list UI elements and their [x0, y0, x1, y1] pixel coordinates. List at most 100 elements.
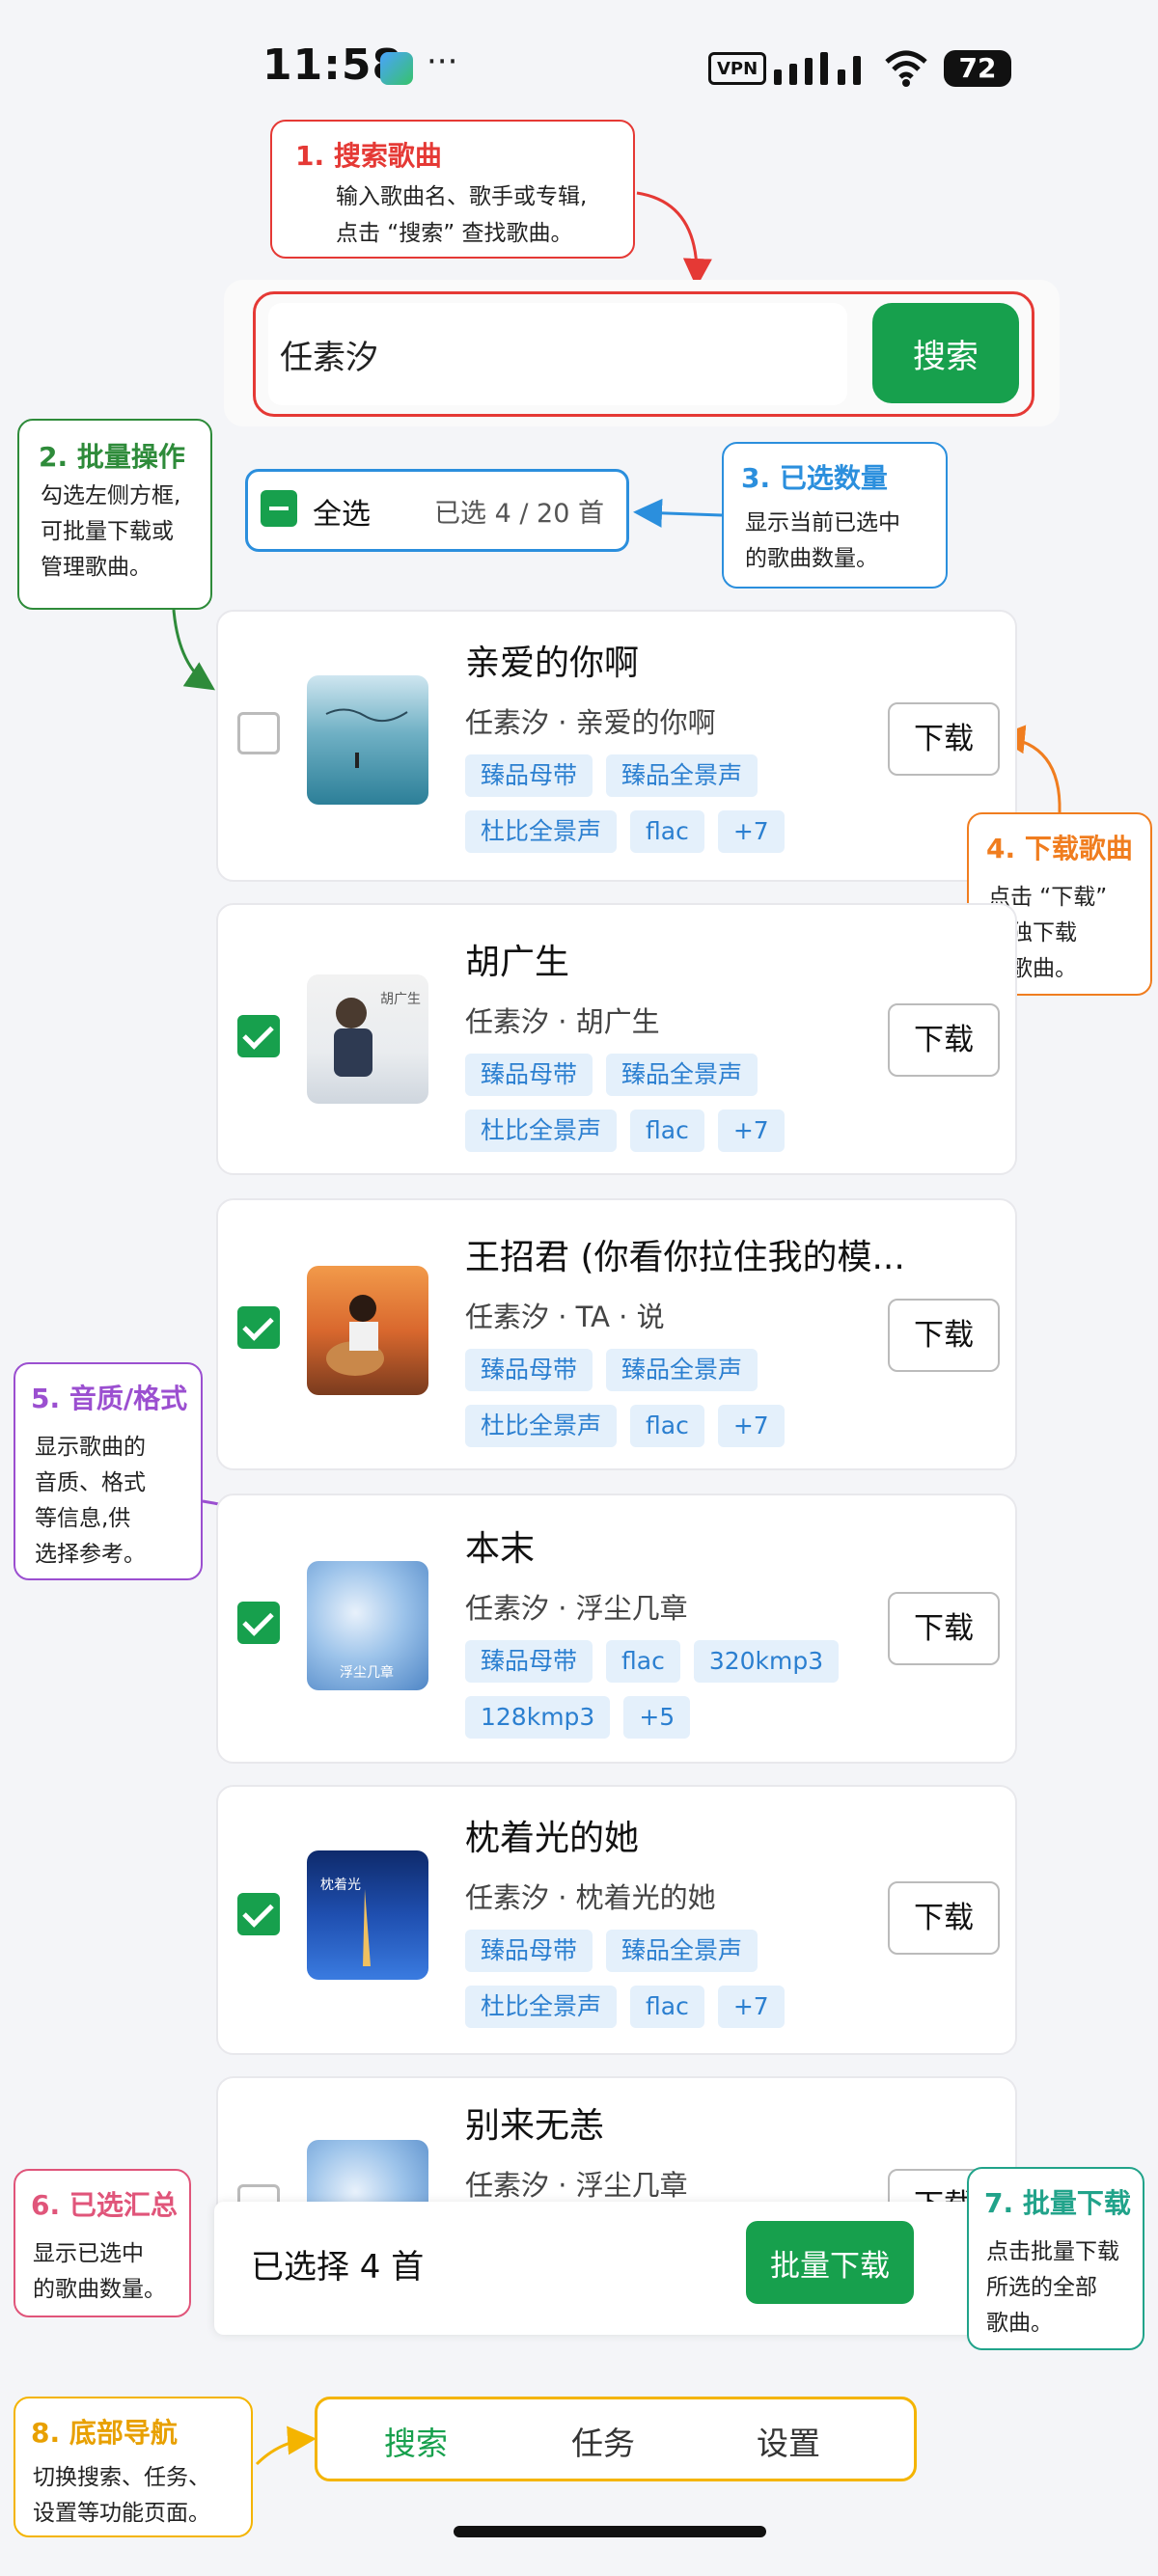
annotation-text: 显示歌曲的	[35, 1435, 146, 1460]
annotation-text: 设置等功能页面。	[33, 2501, 210, 2526]
song-card: 王招君 (你看你拉住我的模... 任素汐 · TA · 说 臻品母带 臻品全景声…	[216, 1198, 1017, 1470]
quality-tag: 臻品母带	[465, 754, 593, 797]
select-all-checkbox[interactable]	[261, 490, 297, 527]
svg-text:胡广生: 胡广生	[380, 992, 421, 1007]
annotation-title: 8. 底部导航	[31, 2417, 178, 2449]
annotation-selected-count: 3. 已选数量 显示当前已选中 的歌曲数量。	[722, 442, 948, 589]
more-notifications-icon: ···	[427, 42, 458, 81]
quality-tag: 128kmp3	[465, 1696, 611, 1739]
batch-download-button[interactable]: 批量下载	[746, 2221, 914, 2304]
album-cover: 浮尘几章	[307, 1561, 428, 1690]
song-checkbox[interactable]	[237, 1306, 280, 1349]
vpn-badge: VPN	[708, 52, 767, 85]
download-button[interactable]: 下载	[888, 1003, 1000, 1077]
svg-text:枕着光: 枕着光	[320, 1877, 361, 1893]
song-card: 浮尘几章 本末 任素汐 · 浮尘几章 臻品母带 flac 320kmp3 128…	[216, 1494, 1017, 1764]
quality-tag: 杜比全景声	[465, 810, 618, 853]
quality-tag: +7	[717, 1986, 785, 2028]
song-artist: 任素汐 · 浮尘几章	[465, 2169, 688, 2202]
song-card: 亲爱的你啊 任素汐 · 亲爱的你啊 臻品母带 臻品全景声 杜比全景声 flac …	[216, 610, 1017, 882]
quality-tag: 320kmp3	[693, 1640, 840, 1683]
app-notification-icon	[380, 52, 413, 85]
annotation-batch-download: 7. 批量下载 点击批量下载 所选的全部 歌曲。	[967, 2167, 1144, 2350]
song-title: 本末	[465, 1529, 536, 1569]
annotation-text: 点击批量下载	[986, 2239, 1119, 2264]
quality-tag: flac	[630, 810, 704, 853]
annotation-batch-ops: 2. 批量操作 勾选左侧方框, 可批量下载或 管理歌曲。	[17, 419, 212, 610]
download-button[interactable]: 下载	[888, 702, 1000, 776]
nav-tab-tasks[interactable]: 任务	[571, 2418, 635, 2464]
selection-summary-text: 已选择 4 首	[251, 2248, 425, 2287]
song-artist: 任素汐 · 亲爱的你啊	[465, 706, 716, 739]
quality-tag: 杜比全景声	[465, 1986, 618, 2028]
quality-tags: 臻品母带 臻品全景声 杜比全景声 flac +7	[465, 1930, 890, 2028]
signal-icon	[774, 52, 861, 85]
download-button[interactable]: 下载	[888, 1299, 1000, 1372]
quality-tags: 臻品母带 flac 320kmp3 128kmp3 +5	[465, 1640, 890, 1739]
search-button[interactable]: 搜索	[872, 303, 1019, 403]
song-card: 胡广生 胡广生 任素汐 · 胡广生 臻品母带 臻品全景声 杜比全景声 flac …	[216, 903, 1017, 1175]
select-all-label[interactable]: 全选	[313, 490, 371, 533]
quality-tags: 臻品母带 臻品全景声 杜比全景声 flac +7	[465, 1054, 890, 1152]
annotation-quality: 5. 音质/格式 显示歌曲的 音质、格式 等信息,供 选择参考。	[14, 1362, 203, 1580]
song-checkbox[interactable]	[237, 1015, 280, 1057]
download-button[interactable]: 下载	[888, 1592, 1000, 1665]
quality-tag: flac	[630, 1405, 704, 1447]
annotation-title: 2. 批量操作	[39, 441, 185, 473]
annotation-title: 3. 已选数量	[741, 462, 888, 494]
quality-tag: 臻品母带	[465, 1054, 593, 1096]
home-indicator[interactable]	[454, 2526, 766, 2537]
song-title: 枕着光的她	[465, 1819, 640, 1858]
annotation-search: 1. 搜索歌曲 输入歌曲名、歌手或专辑, 点击 “搜索” 查找歌曲。	[270, 120, 635, 259]
annotation-summary: 6. 已选汇总 显示已选中 的歌曲数量。	[14, 2169, 191, 2317]
annotation-text: 歌曲。	[986, 2311, 1053, 2336]
album-cover	[307, 675, 428, 805]
nav-tab-search[interactable]: 搜索	[384, 2418, 448, 2464]
annotation-text: 可批量下载或	[41, 519, 174, 544]
annotation-nav: 8. 底部导航 切换搜索、任务、 设置等功能页面。	[14, 2397, 253, 2537]
quality-tag: 臻品全景声	[606, 754, 758, 797]
annotation-text: 选择参考。	[35, 1542, 146, 1567]
annotation-text: 勾选左侧方框,	[41, 483, 181, 508]
search-input[interactable]	[268, 303, 847, 405]
annotation-title: 4. 下载歌曲	[986, 833, 1133, 864]
nav-tab-settings[interactable]: 设置	[757, 2418, 820, 2464]
annotation-text: 输入歌曲名、歌手或专辑,	[336, 184, 588, 209]
album-cover: 枕着光	[307, 1850, 428, 1980]
annotation-title: 5. 音质/格式	[31, 1383, 188, 1414]
quality-tag: flac	[630, 1110, 704, 1152]
song-checkbox[interactable]	[237, 1893, 280, 1935]
song-artist: 任素汐 · 浮尘几章	[465, 1592, 688, 1625]
quality-tag: +7	[717, 810, 785, 853]
song-artist: 任素汐 · 枕着光的她	[465, 1881, 716, 1914]
album-cover: 胡广生	[307, 974, 428, 1104]
song-artist: 任素汐 · 胡广生	[465, 1005, 660, 1038]
song-title: 王招君 (你看你拉住我的模...	[465, 1238, 905, 1277]
song-title: 胡广生	[465, 943, 570, 982]
quality-tag: +7	[717, 1110, 785, 1152]
quality-tag: 臻品母带	[465, 1349, 593, 1391]
quality-tag: 臻品全景声	[606, 1349, 758, 1391]
annotation-text: 所选的全部	[986, 2275, 1097, 2300]
annotation-text: 音质、格式	[35, 1470, 146, 1495]
quality-tag: 臻品全景声	[606, 1930, 758, 1972]
annotation-text: 管理歌曲。	[41, 555, 152, 580]
song-title: 别来无恙	[465, 2106, 605, 2146]
quality-tag: 臻品母带	[465, 1930, 593, 1972]
wifi-icon	[885, 50, 927, 87]
quality-tags: 臻品母带 臻品全景声 杜比全景声 flac +7	[465, 1349, 890, 1447]
selected-count: 已选 4 / 20 首	[434, 499, 604, 529]
annotation-text: 的歌曲数量。	[745, 546, 878, 571]
quality-tag: +7	[717, 1405, 785, 1447]
quality-tag: 杜比全景声	[465, 1110, 618, 1152]
song-card: 枕着光 枕着光的她 任素汐 · 枕着光的她 臻品母带 臻品全景声 杜比全景声 f…	[216, 1785, 1017, 2055]
annotation-title: 6. 已选汇总	[31, 2189, 178, 2221]
download-button[interactable]: 下载	[888, 1881, 1000, 1955]
annotation-text: 等信息,供	[35, 1506, 131, 1531]
annotation-title: 7. 批量下载	[984, 2187, 1131, 2219]
song-checkbox[interactable]	[237, 1602, 280, 1644]
song-title: 亲爱的你啊	[465, 644, 640, 683]
quality-tag: 臻品全景声	[606, 1054, 758, 1096]
song-checkbox[interactable]	[237, 712, 280, 754]
annotation-text: 显示已选中	[33, 2241, 144, 2266]
